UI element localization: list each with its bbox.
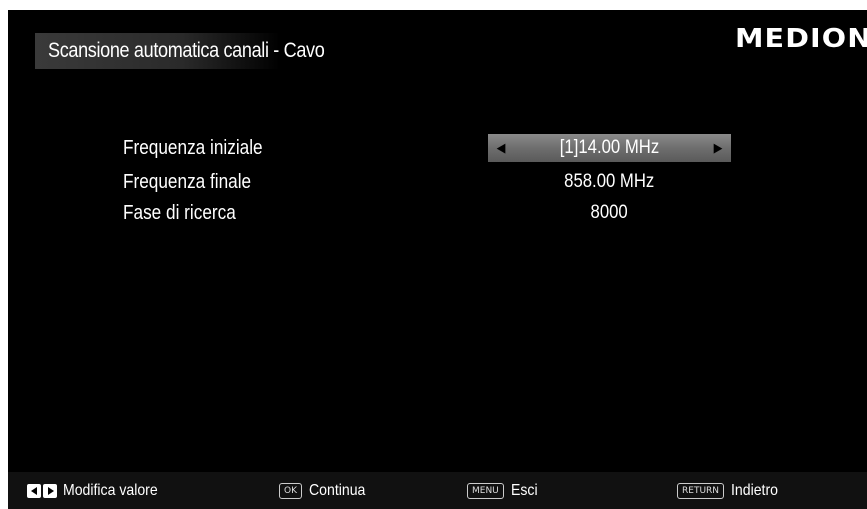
left-right-keys-icon	[27, 483, 57, 498]
setting-value: [1]14.00 MHz	[559, 137, 660, 158]
footer-menu-label: Esci	[510, 481, 538, 499]
setting-row-end-frequency[interactable]: Frequenza finale 858.00 MHz	[8, 168, 867, 196]
setting-label: Frequenza iniziale	[123, 137, 263, 159]
right-key-icon	[43, 483, 57, 498]
setting-value: 8000	[590, 202, 629, 223]
tv-screen: Scansione automatica canali - Cavo MEDIO…	[8, 10, 867, 509]
menu-key-icon: MENU	[467, 482, 504, 499]
setting-label: Fase di ricerca	[123, 202, 236, 224]
setting-value-selector[interactable]: 858.00 MHz	[488, 168, 731, 196]
arrow-left-icon[interactable]: ◀	[497, 134, 506, 162]
footer-return-hint: RETURN Indietro	[677, 472, 784, 509]
return-key-icon: RETURN	[677, 482, 725, 499]
setting-value: 858.00 MHz	[564, 171, 655, 192]
page-title: Scansione automatica canali - Cavo	[48, 39, 325, 62]
setting-row-start-frequency[interactable]: Frequenza iniziale ◀ [1]14.00 MHz ▶	[8, 134, 867, 162]
setting-label: Frequenza finale	[123, 171, 252, 193]
footer-modify-label: Modifica valore	[63, 481, 158, 499]
setting-value-selector[interactable]: ◀ [1]14.00 MHz ▶	[488, 134, 731, 162]
ok-key-icon: OK	[279, 482, 302, 499]
footer-return-label: Indietro	[731, 481, 778, 499]
setting-value-selector[interactable]: 8000	[488, 199, 731, 227]
arrow-right-icon[interactable]: ▶	[714, 134, 723, 162]
footer-ok-hint: OK Continua	[279, 472, 373, 509]
footer-modify-hint: Modifica valore	[27, 472, 171, 509]
footer-ok-label: Continua	[309, 481, 366, 499]
footer-help-bar: Modifica valore OK Continua MENU Esci RE…	[8, 472, 867, 509]
footer-menu-hint: MENU Esci	[467, 472, 541, 509]
setting-row-search-step[interactable]: Fase di ricerca 8000	[8, 199, 867, 227]
brand-logo: MEDION	[735, 24, 867, 54]
left-key-icon	[27, 483, 41, 498]
